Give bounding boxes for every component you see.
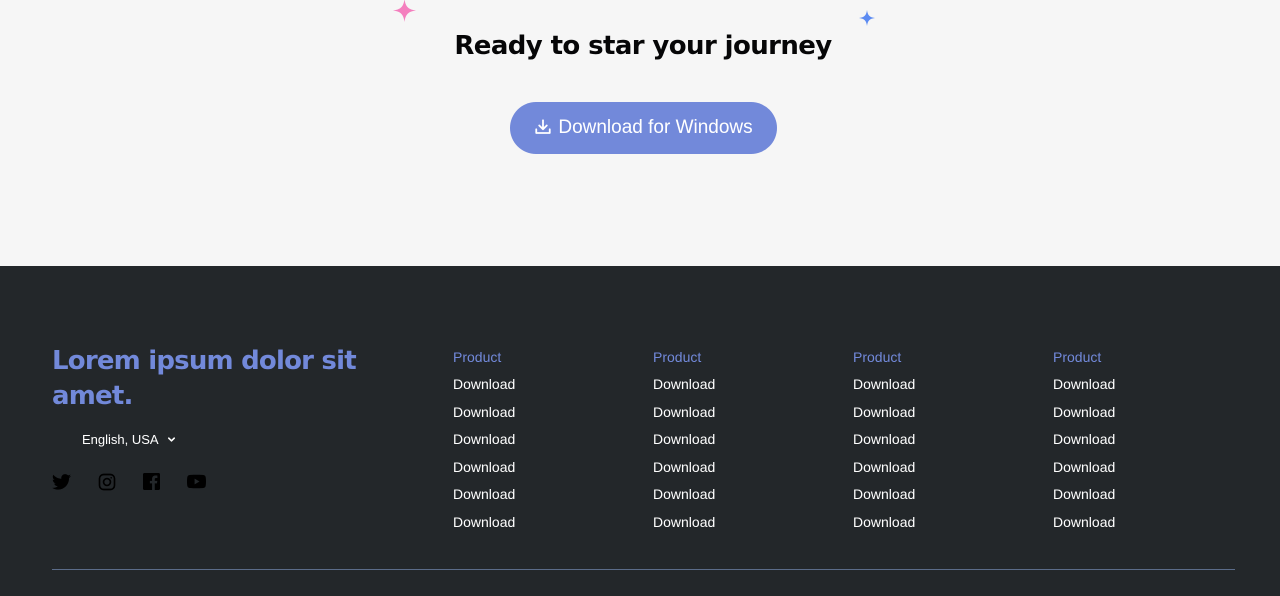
footer-column-4: Product Download Download Download Downl… [1053, 348, 1115, 541]
sparkle-icon [859, 10, 875, 26]
footer-link-download[interactable]: Download [653, 458, 715, 486]
twitter-icon[interactable] [52, 472, 71, 491]
sparkle-icon [393, 0, 416, 22]
footer-link-download[interactable]: Download [1053, 403, 1115, 431]
cta-section: Ready to star your journey Download for … [0, 0, 1280, 266]
footer-link-download[interactable]: Download [453, 430, 515, 458]
footer-link-download[interactable]: Download [653, 375, 715, 403]
instagram-icon[interactable] [97, 472, 116, 491]
download-for-windows-button[interactable]: Download for Windows [510, 102, 777, 154]
footer-link-download[interactable]: Download [1053, 458, 1115, 486]
footer-link-download[interactable]: Download [1053, 375, 1115, 403]
footer-link-download[interactable]: Download [453, 403, 515, 431]
youtube-icon[interactable] [187, 472, 206, 491]
column-header: Product [1053, 349, 1102, 365]
footer-link-download[interactable]: Download [853, 485, 915, 513]
footer-link-download[interactable]: Download [853, 430, 915, 458]
download-button-label: Download for Windows [558, 117, 753, 138]
footer-link-download[interactable]: Download [453, 375, 515, 403]
column-header: Product [453, 349, 502, 365]
footer-column-2: Product Download Download Download Downl… [653, 348, 715, 541]
footer-divider [52, 569, 1235, 570]
column-header: Product [653, 349, 702, 365]
footer-link-download[interactable]: Download [453, 513, 515, 541]
language-label: English, USA [82, 432, 159, 447]
footer-link-download[interactable]: Download [453, 458, 515, 486]
footer-link-download[interactable]: Download [853, 458, 915, 486]
footer-column-1: Product Download Download Download Downl… [453, 348, 515, 541]
footer-link-download[interactable]: Download [853, 513, 915, 541]
cta-title: Ready to star your journey [454, 31, 832, 61]
footer-link-download[interactable]: Download [653, 513, 715, 541]
footer-link-download[interactable]: Download [653, 485, 715, 513]
facebook-icon[interactable] [142, 472, 161, 491]
footer-link-download[interactable]: Download [653, 430, 715, 458]
social-links [52, 472, 206, 491]
footer-link-download[interactable]: Download [853, 403, 915, 431]
footer-link-download[interactable]: Download [1053, 513, 1115, 541]
footer-link-download[interactable]: Download [653, 403, 715, 431]
footer-link-download[interactable]: Download [853, 375, 915, 403]
footer: Lorem ipsum dolor sit amet. English, USA [0, 266, 1280, 596]
column-header: Product [853, 349, 902, 365]
footer-column-3: Product Download Download Download Downl… [853, 348, 915, 541]
chevron-down-icon [167, 432, 176, 447]
footer-brand-title: Lorem ipsum dolor sit amet. [52, 346, 357, 411]
language-selector[interactable]: English, USA [82, 432, 176, 447]
download-icon [534, 118, 552, 136]
footer-link-download[interactable]: Download [453, 485, 515, 513]
footer-link-download[interactable]: Download [1053, 430, 1115, 458]
footer-link-download[interactable]: Download [1053, 485, 1115, 513]
